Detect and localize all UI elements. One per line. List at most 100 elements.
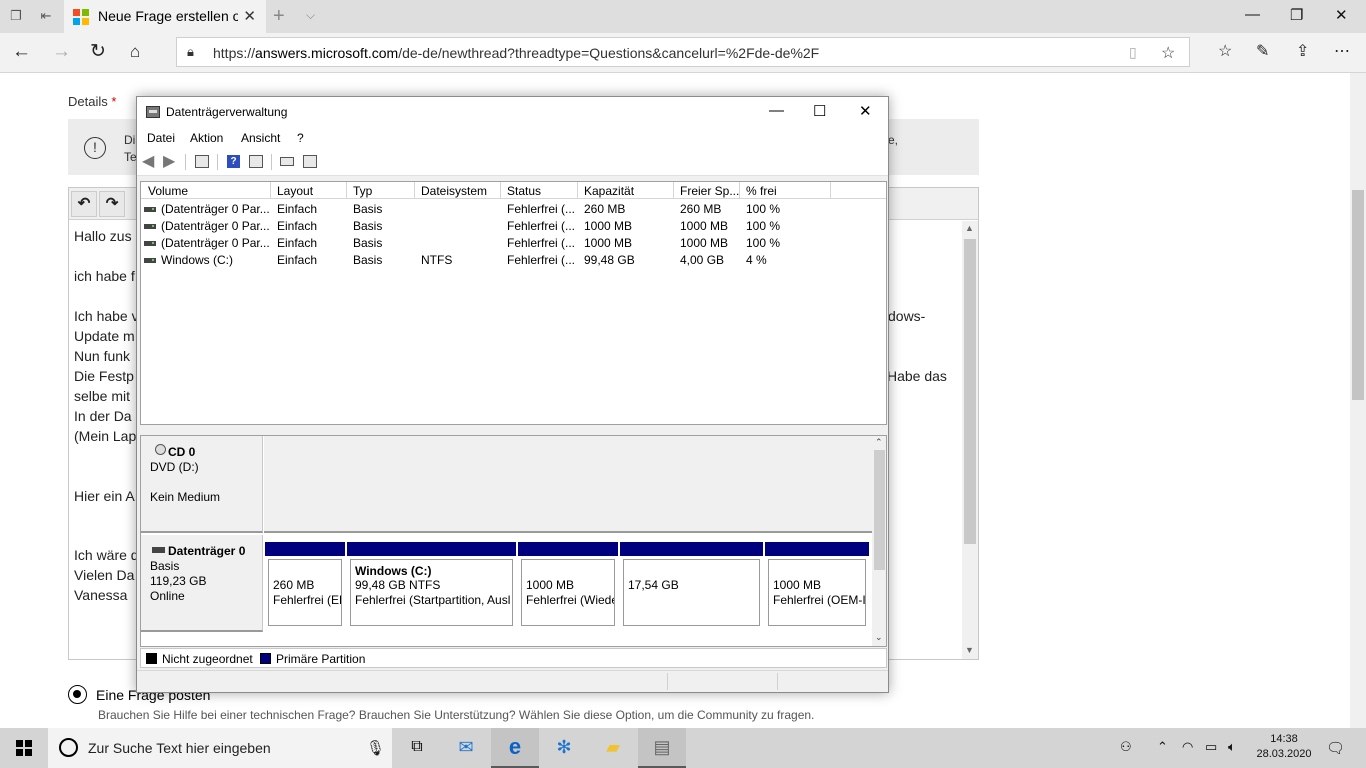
- dm-titlebar[interactable]: Datenträgerverwaltung — ☐ ✕: [137, 97, 888, 128]
- search-input[interactable]: Zur Suche Text hier eingeben: [88, 740, 271, 756]
- info-text-line2: Te: [124, 150, 137, 164]
- microphone-icon[interactable]: 🎙︎: [366, 739, 385, 757]
- undo-icon[interactable]: ↶: [71, 191, 97, 217]
- task-view-button[interactable]: ⧉: [393, 728, 441, 768]
- start-button[interactable]: [0, 728, 48, 768]
- legend-label: Nicht zugeordnet: [162, 652, 253, 666]
- column-header[interactable]: Freier Sp...: [680, 184, 739, 198]
- partition-oem[interactable]: 1000 MB Fehlerfrei (OEM-I: [765, 542, 869, 628]
- page-scroll-thumb[interactable]: [1352, 190, 1364, 400]
- back-arrow-icon[interactable]: ◀: [142, 154, 158, 170]
- back-icon[interactable]: ←: [12, 42, 31, 62]
- menu-help[interactable]: ?: [297, 131, 304, 145]
- column-header[interactable]: Kapazität: [584, 184, 634, 198]
- editor-scrollbar[interactable]: ▲ ▼: [962, 221, 978, 659]
- favorite-star-icon[interactable]: ☆: [1161, 43, 1175, 63]
- legend-label: Primäre Partition: [276, 652, 366, 666]
- column-header[interactable]: Status: [507, 184, 541, 198]
- menu-datei[interactable]: Datei: [147, 131, 175, 145]
- partition-efi[interactable]: 260 MB Fehlerfrei (EF: [265, 542, 345, 628]
- chevron-up-icon[interactable]: ⌃: [1157, 739, 1168, 755]
- pen-notes-icon[interactable]: ✎: [1256, 42, 1269, 62]
- lock-icon: 🔒︎: [187, 44, 194, 59]
- help-icon[interactable]: ?: [227, 155, 240, 168]
- partition-windows-c[interactable]: Windows (C:) 99,48 GB NTFS Fehlerfrei (S…: [347, 542, 516, 628]
- tab-overview-icon[interactable]: ❐: [8, 8, 24, 24]
- new-tab-icon[interactable]: +: [273, 5, 285, 28]
- dm-maximize-icon[interactable]: ☐: [813, 102, 826, 120]
- network-app-icon: ✻: [556, 737, 572, 757]
- column-header[interactable]: Volume: [148, 184, 188, 198]
- volume-row[interactable]: (Datenträger 0 Par... Einfach Basis Fehl…: [141, 218, 886, 235]
- battery-icon[interactable]: ▭: [1205, 739, 1217, 755]
- edge-app[interactable]: e: [491, 728, 539, 768]
- volume-icon[interactable]: 🔈︎: [1228, 739, 1236, 755]
- disk-management-app[interactable]: ▤: [638, 728, 686, 768]
- restore-window-icon[interactable]: ❐: [1290, 6, 1303, 24]
- browser-tab-active[interactable]: Neue Frage erstellen oc ✕: [64, 0, 266, 33]
- editor-line: Hier ein A: [74, 488, 135, 504]
- dm-close-icon[interactable]: ✕: [859, 102, 872, 120]
- address-bar[interactable]: 🔒︎ https://answers.microsoft.com/de-de/n…: [176, 37, 1190, 67]
- show-hide-console-icon[interactable]: [195, 155, 209, 168]
- menu-aktion[interactable]: Aktion: [190, 131, 223, 145]
- disk-management-icon: [146, 106, 160, 118]
- taskbar-search[interactable]: Zur Suche Text hier eingeben 🎙︎: [48, 728, 392, 768]
- column-header[interactable]: % frei: [746, 184, 777, 198]
- redo-icon[interactable]: ↷: [99, 191, 125, 217]
- editor-scroll-thumb[interactable]: [964, 239, 976, 544]
- disk0-label[interactable]: Datenträger 0 Basis 119,23 GB Online: [141, 535, 263, 632]
- column-header[interactable]: Dateisystem: [421, 184, 487, 198]
- column-header[interactable]: Typ: [353, 184, 372, 198]
- system-clock[interactable]: 14:38 28.03.2020: [1252, 732, 1316, 762]
- action-pane-icon[interactable]: [249, 155, 263, 168]
- volume-row[interactable]: (Datenträger 0 Par... Einfach Basis Fehl…: [141, 201, 886, 218]
- mail-app[interactable]: ✉: [442, 728, 490, 768]
- share-icon[interactable]: ⇪: [1296, 42, 1309, 62]
- volume-row[interactable]: (Datenträger 0 Par... Einfach Basis Fehl…: [141, 235, 886, 252]
- forward-icon[interactable]: →: [52, 42, 71, 62]
- home-icon[interactable]: ⌂: [130, 42, 140, 62]
- scroll-up-icon[interactable]: ▲: [965, 223, 974, 233]
- minimize-window-icon[interactable]: —: [1245, 6, 1260, 23]
- partition-17gb[interactable]: 17,54 GB: [620, 542, 763, 628]
- scroll-down-icon[interactable]: ▼: [965, 645, 974, 655]
- network-app[interactable]: ✻: [540, 728, 588, 768]
- post-question-radio[interactable]: [68, 685, 87, 704]
- people-icon[interactable]: ⚇: [1120, 739, 1132, 755]
- notification-icon[interactable]: 🗨︎: [1326, 739, 1345, 757]
- properties-icon[interactable]: [303, 155, 317, 168]
- favorites-list-icon[interactable]: ☆: [1218, 42, 1232, 62]
- editor-line: ich habe f: [74, 268, 135, 284]
- close-tab-icon[interactable]: ✕: [243, 7, 256, 25]
- close-window-icon[interactable]: ✕: [1335, 6, 1348, 24]
- page-scrollbar[interactable]: [1350, 73, 1366, 728]
- editor-line-fragment: dows-: [888, 308, 926, 324]
- editor-line: Hallo zus: [74, 228, 132, 244]
- cd0-label[interactable]: CD 0 DVD (D:) Kein Medium: [141, 436, 263, 533]
- scroll-down-icon[interactable]: ⌄: [875, 632, 883, 643]
- connect-disk-icon[interactable]: [280, 157, 294, 166]
- menu-ansicht[interactable]: Ansicht: [241, 131, 280, 145]
- url-text[interactable]: https://answers.microsoft.com/de-de/newt…: [213, 45, 819, 61]
- more-icon[interactable]: ⋯: [1334, 42, 1350, 62]
- partition-recovery[interactable]: 1000 MB Fehlerfrei (Wiede: [518, 542, 618, 628]
- volume-row[interactable]: Windows (C:) Einfach Basis NTFS Fehlerfr…: [141, 252, 886, 269]
- set-aside-tabs-icon[interactable]: ⇤: [38, 8, 54, 24]
- column-header[interactable]: Layout: [277, 184, 313, 198]
- legend-swatch-primary: [260, 653, 271, 664]
- chevron-down-icon[interactable]: ⌵: [306, 8, 315, 23]
- legend-swatch-unallocated: [146, 653, 157, 664]
- disk-view-scrollbar[interactable]: ⌃ ⌄: [872, 436, 886, 646]
- wifi-icon[interactable]: ◠: [1182, 739, 1193, 755]
- disk-view-scroll-thumb[interactable]: [874, 450, 885, 570]
- file-explorer-app[interactable]: ▰: [589, 728, 637, 768]
- forward-arrow-icon[interactable]: ▶: [163, 154, 179, 170]
- cortana-icon: [59, 738, 78, 757]
- reading-view-icon[interactable]: ▯: [1129, 44, 1137, 61]
- refresh-icon[interactable]: ↻: [90, 42, 106, 62]
- browser-tabbar: ❐ ⇤ Neue Frage erstellen oc ✕ + ⌵ — ❐ ✕: [0, 0, 1366, 33]
- dm-minimize-icon[interactable]: —: [769, 102, 784, 119]
- scroll-up-icon[interactable]: ⌃: [875, 437, 883, 448]
- browser-navbar: ← → ↻ ⌂ 🔒︎ https://answers.microsoft.com…: [0, 33, 1366, 73]
